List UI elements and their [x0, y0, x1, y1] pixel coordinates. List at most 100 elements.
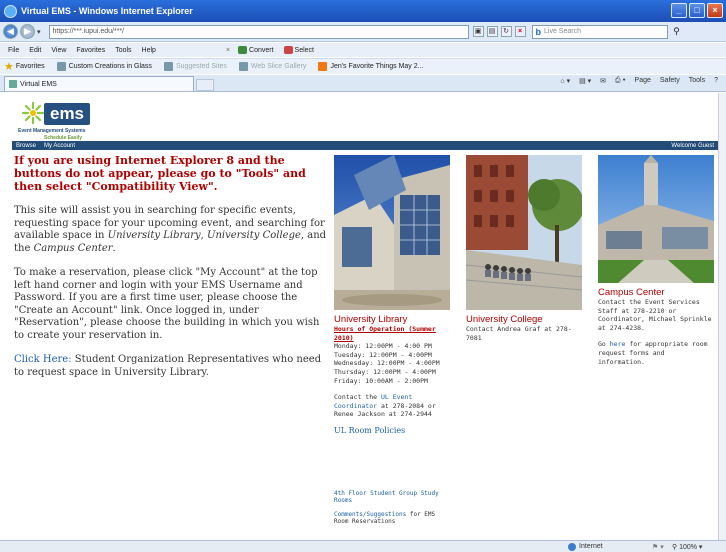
- college-contact: Contact Andrea Graf at 278-7081: [466, 325, 572, 342]
- hours-wednesday: Wednesday: 12:00PM - 4:00PM: [334, 359, 440, 368]
- vertical-scrollbar[interactable]: [718, 93, 726, 540]
- page-content: ems Event Management Systems Schedule Ea…: [12, 93, 718, 540]
- command-page[interactable]: Page: [635, 77, 651, 85]
- menu-tools[interactable]: Tools: [115, 47, 131, 54]
- globe-icon: [568, 542, 576, 551]
- site-nav: Browse My Account Welcome Guest: [12, 141, 718, 150]
- favorites-label: Favorites: [15, 63, 45, 70]
- minimize-button[interactable]: _: [671, 3, 687, 18]
- address-toolbar: ◀ ▶ ▾ https://***.iupui.edu/***/ ▣ ▤ ↻ ×…: [0, 22, 726, 42]
- library-photo[interactable]: [334, 155, 450, 310]
- hours-heading[interactable]: Hours of Operation (Summer 2010): [334, 325, 450, 342]
- select-icon: [283, 46, 293, 54]
- favorite-jens-things[interactable]: Jen's Favorite Things May 2...: [318, 62, 423, 71]
- zoom-level[interactable]: ⚲ 100% ▾: [672, 543, 702, 551]
- favorite-custom-creations[interactable]: Custom Creations in Glass: [56, 62, 152, 71]
- logo-burst-icon: [21, 101, 45, 125]
- hours-thursday: Thursday: 12:00PM - 4:00PM: [334, 367, 436, 376]
- ul-room-policies-link[interactable]: UL Room Policies: [334, 426, 450, 436]
- comments-link[interactable]: Comments/Suggestions: [334, 511, 406, 518]
- window-controls: _ □ ×: [671, 3, 723, 18]
- hours-friday: Friday: 10:00AM - 2:00PM: [334, 376, 428, 385]
- close-button[interactable]: ×: [707, 3, 723, 18]
- menu-bar: File Edit View Favorites Tools Help × Co…: [0, 43, 726, 57]
- hours-monday: Monday: 12:00PM - 4:00 PM: [334, 342, 432, 351]
- tab-page-icon: [9, 80, 17, 88]
- college-building-image: [466, 155, 582, 310]
- menu-favorites[interactable]: Favorites: [76, 47, 105, 54]
- help-icon[interactable]: ?: [714, 77, 718, 85]
- select-label: Select: [294, 46, 315, 54]
- select-button[interactable]: Select: [283, 46, 315, 54]
- library-title[interactable]: University Library: [334, 314, 450, 325]
- nav-my-account[interactable]: My Account: [44, 143, 75, 149]
- search-placeholder: Live Search: [544, 28, 581, 35]
- stop-icon[interactable]: ×: [514, 26, 526, 37]
- reservation-instructions: To make a reservation, please click "My …: [14, 267, 320, 341]
- url-text: https://***.iupui.edu/***/: [52, 28, 125, 35]
- command-safety[interactable]: Safety: [660, 77, 680, 85]
- library-building-image: [334, 155, 450, 310]
- page-icon: [56, 62, 66, 71]
- favorite-suggested-sites[interactable]: Suggested Sites: [163, 62, 227, 71]
- favorite-label: Custom Creations in Glass: [68, 63, 152, 70]
- window-title: Virtual EMS - Windows Internet Explorer: [21, 6, 193, 16]
- menu-edit[interactable]: Edit: [29, 47, 41, 54]
- close-toolbar-icon[interactable]: ×: [226, 47, 230, 54]
- favorite-label: Web Slice Gallery: [250, 63, 307, 70]
- refresh-icon[interactable]: ↻: [500, 26, 512, 37]
- security-lock-icon[interactable]: ▣: [472, 26, 484, 37]
- search-input[interactable]: b Live Search: [531, 24, 668, 39]
- campus-title[interactable]: Campus Center: [598, 287, 714, 298]
- feeds-icon[interactable]: ▤ ▾: [579, 77, 591, 85]
- forms-text: Go: [598, 340, 610, 349]
- back-button[interactable]: ◀: [3, 24, 18, 39]
- history-dropdown-icon[interactable]: ▾: [37, 28, 41, 36]
- student-org-paragraph: Click Here: Student Organization Represe…: [14, 354, 329, 379]
- nav-browse[interactable]: Browse: [16, 143, 36, 149]
- library-hours: Hours of Operation (Summer 2010) Monday:…: [334, 325, 450, 419]
- campus-forms-link[interactable]: here: [610, 340, 626, 348]
- ie8-warning: If you are using Internet Explorer 8 and…: [14, 154, 306, 193]
- tab-virtual-ems[interactable]: Virtual EMS: [4, 76, 194, 91]
- college-title[interactable]: University College: [466, 314, 582, 325]
- library-contact: Contact the UL Event Coordinator at 278-…: [334, 393, 450, 419]
- campus-forms: Go here for appropriate room request for…: [598, 340, 714, 366]
- ie-app-icon: [4, 4, 17, 18]
- page-icon: [238, 62, 248, 71]
- study-rooms-link[interactable]: 4th Floor Student Group Study Rooms: [334, 490, 450, 505]
- favorite-web-slice-gallery[interactable]: Web Slice Gallery: [238, 62, 307, 71]
- menu-file[interactable]: File: [8, 47, 19, 54]
- convert-button[interactable]: Convert: [238, 46, 274, 54]
- print-icon[interactable]: ⎙ ▾: [615, 77, 626, 85]
- compatibility-view-icon[interactable]: ▤: [486, 26, 498, 37]
- college-photo[interactable]: [466, 155, 582, 310]
- convert-label: Convert: [249, 46, 274, 54]
- search-icon[interactable]: ⚲: [670, 25, 684, 39]
- intro-text: .: [112, 242, 116, 254]
- menu-help[interactable]: Help: [142, 47, 156, 54]
- command-tools[interactable]: Tools: [689, 77, 705, 85]
- click-here-link[interactable]: Click Here:: [14, 354, 72, 365]
- forward-button[interactable]: ▶: [20, 24, 35, 39]
- logo-wordmark: ems: [44, 103, 90, 125]
- address-input[interactable]: https://***.iupui.edu/***/: [48, 24, 469, 39]
- security-zone[interactable]: Internet: [568, 542, 603, 551]
- protected-mode-icon[interactable]: ⚑ ▾: [652, 543, 664, 551]
- campus-photo[interactable]: [598, 155, 714, 283]
- maximize-button[interactable]: □: [689, 3, 705, 18]
- intro-library: University Library: [107, 230, 201, 241]
- bing-logo-icon: b: [535, 26, 542, 37]
- zone-label: Internet: [579, 543, 603, 550]
- new-tab-button[interactable]: [196, 79, 214, 91]
- zoom-value: 100%: [679, 543, 697, 551]
- home-icon[interactable]: ⌂ ▾: [560, 77, 570, 85]
- mail-icon[interactable]: ✉: [600, 77, 606, 85]
- menu-view[interactable]: View: [51, 47, 66, 54]
- campus-contact: Contact the Event Services Staff at 278-…: [598, 298, 712, 332]
- favorites-button[interactable]: ★ Favorites: [4, 60, 45, 73]
- tab-label: Virtual EMS: [20, 80, 57, 88]
- ems-logo[interactable]: ems Event Management Systems Schedule Ea…: [18, 99, 98, 141]
